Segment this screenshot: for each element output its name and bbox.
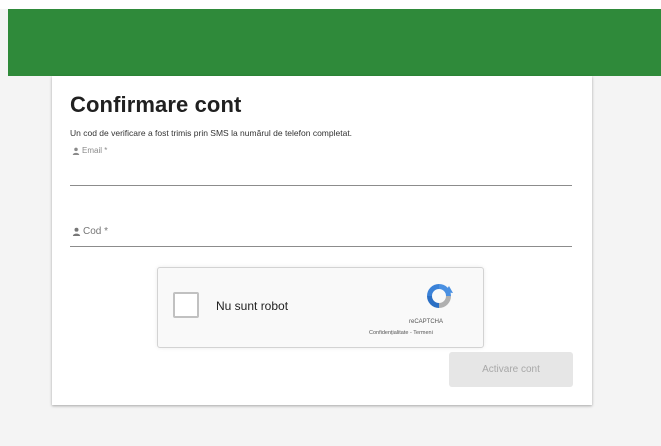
header-bar xyxy=(8,9,661,76)
code-field[interactable]: Cod * xyxy=(70,218,572,248)
code-label-text: Cod * xyxy=(83,226,109,237)
recaptcha-brand: reCAPTCHA xyxy=(409,319,444,325)
recaptcha-links: Confidențialitate - Termeni xyxy=(369,330,433,336)
email-field-label: Email * xyxy=(72,146,107,155)
recaptcha-label: Nu sunt robot xyxy=(216,299,289,313)
top-strip xyxy=(0,0,661,9)
code-field-label: Cod * xyxy=(72,226,108,237)
activate-account-button[interactable]: Activare cont xyxy=(449,352,573,387)
page-title: Confirmare cont xyxy=(70,92,242,117)
email-field[interactable]: Email * xyxy=(70,144,572,188)
recaptcha-widget: Nu sunt robot reCAPTCHA Confidențialitat… xyxy=(157,267,484,348)
recaptcha-checkbox[interactable] xyxy=(173,292,199,318)
privacy-link[interactable]: Confidențialitate xyxy=(369,330,408,336)
confirm-account-card: Confirmare cont Un cod de verificare a f… xyxy=(52,76,592,405)
email-underline xyxy=(70,185,572,186)
terms-link[interactable]: Termeni xyxy=(413,330,433,336)
code-underline xyxy=(70,246,572,247)
verification-message: Un cod de verificare a fost trimis prin … xyxy=(70,128,353,138)
page: Confirmare cont Un cod de verificare a f… xyxy=(0,0,661,446)
person-icon xyxy=(72,147,80,155)
person-icon xyxy=(72,227,81,236)
links-separator: - xyxy=(409,330,412,336)
recaptcha-logo-icon xyxy=(427,284,453,308)
email-label-text: Email * xyxy=(82,146,108,155)
